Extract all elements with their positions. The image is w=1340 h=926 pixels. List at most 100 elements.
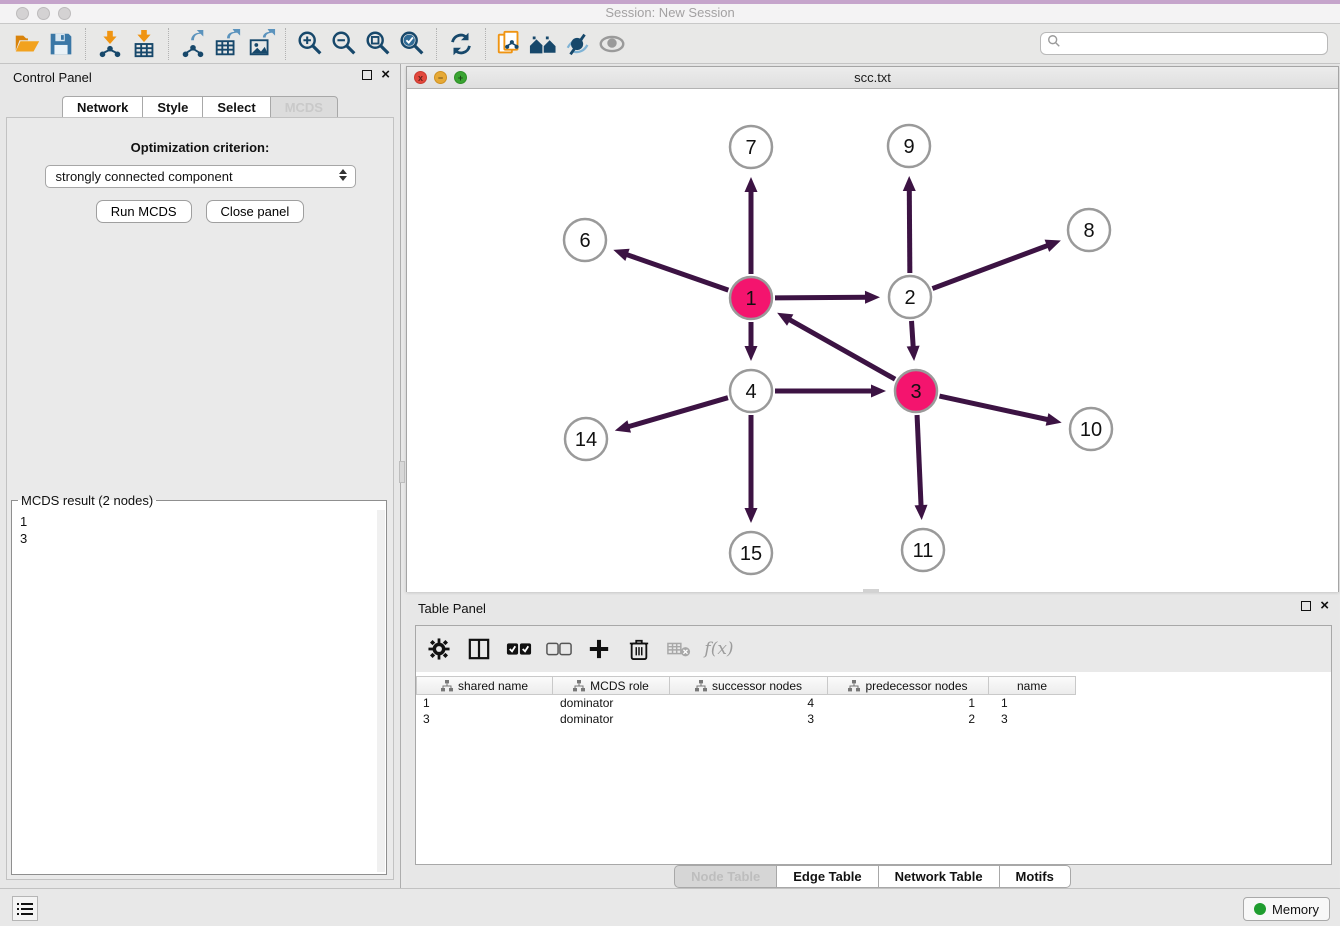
control-panel: Control Panel × Network Style Select MCD… bbox=[0, 64, 401, 888]
tab-mcds[interactable]: MCDS bbox=[270, 96, 338, 119]
tab-edge-table[interactable]: Edge Table bbox=[776, 865, 877, 888]
tab-motifs[interactable]: Motifs bbox=[999, 865, 1071, 888]
import-table-icon[interactable] bbox=[127, 27, 161, 61]
graph-edge-2-9[interactable] bbox=[909, 189, 910, 273]
deselect-all-rows-icon[interactable] bbox=[546, 636, 572, 662]
first-neighbors-icon[interactable] bbox=[527, 27, 561, 61]
table-toolbar: f(x) bbox=[416, 626, 1331, 672]
column-header-successor-nodes[interactable]: successor nodes bbox=[670, 676, 828, 695]
cell-predecessor-nodes[interactable]: 2 bbox=[828, 712, 989, 726]
table-row[interactable]: 3 dominator 3 2 3 bbox=[416, 711, 1331, 727]
close-panel-icon[interactable]: × bbox=[381, 70, 390, 80]
toolbar-separator bbox=[285, 28, 286, 60]
function-builder-icon: f(x) bbox=[706, 636, 732, 662]
open-file-icon[interactable] bbox=[10, 27, 44, 61]
task-history-button[interactable] bbox=[12, 896, 38, 921]
import-network-icon[interactable] bbox=[93, 27, 127, 61]
hide-selected-icon[interactable] bbox=[561, 27, 595, 61]
splitter-handle-horizontal[interactable] bbox=[863, 589, 879, 593]
graph-node-label-4: 4 bbox=[745, 381, 756, 403]
graph-edge-arrowhead bbox=[613, 249, 629, 261]
control-panel-title: Control Panel bbox=[13, 70, 92, 85]
cell-mcds-role[interactable]: dominator bbox=[553, 696, 670, 710]
graph-edge-2-3[interactable] bbox=[912, 321, 914, 348]
export-network-icon[interactable] bbox=[176, 27, 210, 61]
graph-edge-2-8[interactable] bbox=[932, 245, 1048, 289]
graph-edge-arrowhead bbox=[915, 505, 928, 520]
graph-edge-arrowhead bbox=[865, 291, 880, 304]
zoom-out-icon[interactable] bbox=[327, 27, 361, 61]
cell-shared-name[interactable]: 1 bbox=[416, 696, 553, 710]
zoom-selected-icon[interactable] bbox=[395, 27, 429, 61]
graph-edge-3-11[interactable] bbox=[917, 415, 921, 507]
export-table-icon[interactable] bbox=[210, 27, 244, 61]
column-header-name[interactable]: name bbox=[989, 676, 1076, 695]
optimization-criterion-label: Optimization criterion: bbox=[7, 140, 393, 155]
graph-edge-1-2[interactable] bbox=[775, 297, 867, 298]
toolbar-separator bbox=[85, 28, 86, 60]
cell-successor-nodes[interactable]: 4 bbox=[670, 696, 828, 710]
graph-edge-4-14[interactable] bbox=[627, 398, 728, 427]
network-canvas[interactable]: 7968124314101511 bbox=[407, 89, 1338, 592]
delete-column-trash-icon[interactable] bbox=[626, 636, 652, 662]
float-panel-icon[interactable] bbox=[362, 70, 372, 80]
splitter-handle-vertical[interactable] bbox=[399, 461, 405, 483]
memory-status-icon bbox=[1254, 903, 1266, 915]
tab-style[interactable]: Style bbox=[142, 96, 202, 119]
show-all-icon[interactable] bbox=[595, 27, 629, 61]
graph-edge-3-1[interactable] bbox=[788, 319, 895, 379]
graph-edge-arrowhead bbox=[615, 420, 631, 432]
cell-shared-name[interactable]: 3 bbox=[416, 712, 553, 726]
tab-network[interactable]: Network bbox=[62, 96, 142, 119]
column-header-mcds-role[interactable]: MCDS role bbox=[553, 676, 670, 695]
window-accent-strip bbox=[0, 0, 1340, 4]
select-all-rows-icon[interactable] bbox=[506, 636, 532, 662]
table-panel-tabs: Node Table Edge Table Network Table Moti… bbox=[406, 865, 1339, 888]
network-graph[interactable]: 7968124314101511 bbox=[407, 89, 1338, 592]
graph-node-label-3: 3 bbox=[910, 381, 921, 403]
mcds-result-box: MCDS result (2 nodes) 1 3 bbox=[11, 493, 387, 875]
result-scrollbar[interactable] bbox=[377, 510, 385, 872]
memory-button[interactable]: Memory bbox=[1243, 897, 1330, 921]
cell-successor-nodes[interactable]: 3 bbox=[670, 712, 828, 726]
graph-edge-1-6[interactable] bbox=[626, 254, 729, 290]
export-image-icon[interactable] bbox=[244, 27, 278, 61]
graph-node-label-2: 2 bbox=[904, 287, 915, 309]
delete-table-icon bbox=[666, 636, 692, 662]
criterion-dropdown[interactable]: strongly connected component bbox=[45, 165, 356, 188]
graph-node-label-1: 1 bbox=[745, 288, 756, 310]
mcds-result-line: 1 bbox=[20, 513, 378, 530]
create-column-plus-icon[interactable] bbox=[586, 636, 612, 662]
table-settings-gear-icon[interactable] bbox=[426, 636, 452, 662]
network-window-titlebar[interactable]: x − + scc.txt bbox=[407, 67, 1338, 89]
show-column-panel-icon[interactable] bbox=[466, 636, 492, 662]
tab-select[interactable]: Select bbox=[202, 96, 269, 119]
zoom-fit-icon[interactable] bbox=[361, 27, 395, 61]
column-type-icon bbox=[848, 680, 860, 692]
close-table-panel-icon[interactable]: × bbox=[1320, 601, 1329, 611]
column-header-predecessor-nodes[interactable]: predecessor nodes bbox=[828, 676, 989, 695]
search-input[interactable] bbox=[1065, 37, 1321, 51]
close-panel-button[interactable]: Close panel bbox=[206, 200, 305, 223]
new-network-from-selection-icon[interactable] bbox=[493, 27, 527, 61]
run-mcds-button[interactable]: Run MCDS bbox=[96, 200, 192, 223]
search-box[interactable] bbox=[1040, 32, 1328, 55]
search-icon bbox=[1047, 34, 1061, 53]
column-header-shared-name[interactable]: shared name bbox=[416, 676, 553, 695]
cell-name[interactable]: 3 bbox=[989, 712, 1076, 726]
mcds-result-line: 3 bbox=[20, 530, 378, 547]
network-window-title: scc.txt bbox=[407, 70, 1338, 85]
tab-node-table[interactable]: Node Table bbox=[674, 865, 776, 888]
cell-predecessor-nodes[interactable]: 1 bbox=[828, 696, 989, 710]
cell-name[interactable]: 1 bbox=[989, 696, 1076, 710]
tab-network-table[interactable]: Network Table bbox=[878, 865, 999, 888]
table-row[interactable]: 1 dominator 4 1 1 bbox=[416, 695, 1331, 711]
zoom-in-icon[interactable] bbox=[293, 27, 327, 61]
refresh-icon[interactable] bbox=[444, 27, 478, 61]
graph-edge-3-10[interactable] bbox=[939, 396, 1049, 420]
cell-mcds-role[interactable]: dominator bbox=[553, 712, 670, 726]
list-icon bbox=[17, 902, 33, 916]
graph-edge-arrowhead bbox=[745, 508, 758, 523]
float-table-panel-icon[interactable] bbox=[1301, 601, 1311, 611]
save-session-icon[interactable] bbox=[44, 27, 78, 61]
